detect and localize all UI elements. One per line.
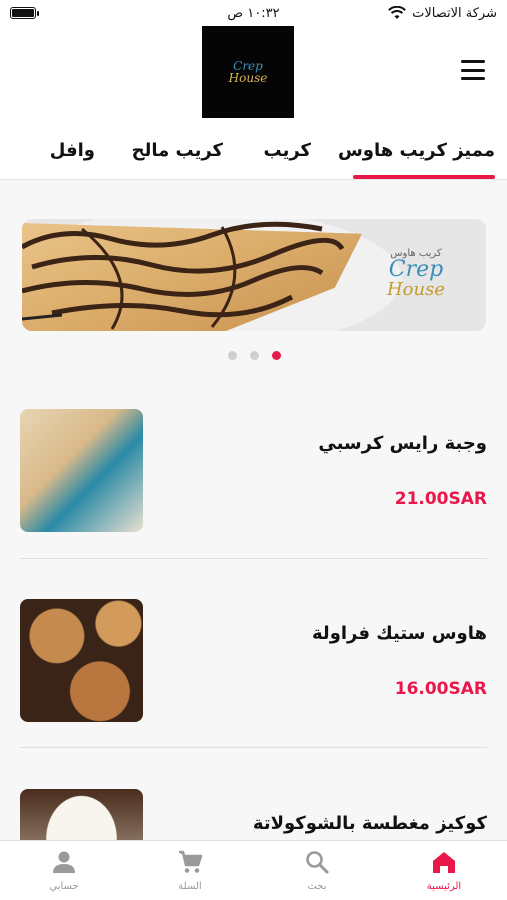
brand-logo: Crep House	[202, 26, 294, 118]
battery-icon	[10, 7, 39, 19]
nav-cart[interactable]: السلة	[155, 849, 225, 892]
banner-logo-house: House	[386, 278, 446, 300]
product-image	[20, 599, 143, 722]
tab-savory-crepe[interactable]: كريب مالح	[132, 140, 223, 161]
product-price: 21.00SAR	[394, 489, 487, 509]
carrier-name: شركة الاتصالات	[412, 5, 497, 21]
app-header: Crep House	[0, 26, 507, 130]
home-icon	[431, 849, 457, 875]
hamburger-icon[interactable]	[461, 60, 485, 80]
product-image	[20, 409, 143, 532]
promo-banner[interactable]: كريب هاوس Crep House	[22, 219, 486, 331]
status-time: ١٠:٣٢ ص	[227, 5, 280, 21]
wifi-icon	[388, 6, 407, 19]
banner-logo-crep: Crep	[388, 256, 444, 282]
product-price: 16.00SAR	[394, 679, 487, 699]
carousel-dot-1-active[interactable]	[272, 351, 281, 360]
nav-search[interactable]: بحث	[282, 849, 352, 892]
banner-logo: كريب هاوس Crep House	[366, 243, 466, 303]
tab-featured[interactable]: مميز كريب هاوس	[338, 140, 495, 161]
product-name: كوكيز مغطسة بالشوكولاتة	[252, 813, 487, 834]
carousel-dot-2[interactable]	[250, 351, 259, 360]
list-divider	[20, 558, 487, 559]
carousel-dot-3[interactable]	[228, 351, 237, 360]
tab-crepe[interactable]: كريب	[264, 140, 311, 161]
cart-icon	[177, 849, 203, 875]
person-icon	[51, 849, 77, 875]
product-item[interactable]: وجبة رايس كرسبي 21.00SAR	[20, 409, 487, 533]
nav-search-label: بحث	[307, 881, 327, 892]
search-icon	[304, 849, 330, 875]
category-tabs: مميز كريب هاوس كريب كريب مالح وافل	[0, 130, 507, 180]
carrier-info: شركة الاتصالات	[388, 6, 497, 21]
nav-cart-label: السلة	[178, 881, 202, 892]
status-bar: شركة الاتصالات ١٠:٣٢ ص	[0, 0, 507, 26]
product-item[interactable]: هاوس ستيك فراولة 16.00SAR	[20, 599, 487, 723]
carousel-dots	[228, 351, 281, 360]
product-name: وجبة رايس كرسبي	[318, 433, 487, 454]
nav-account-label: حسابي	[49, 881, 79, 892]
list-divider	[20, 747, 487, 748]
nav-home[interactable]: الرئيسية	[409, 849, 479, 892]
active-tab-indicator	[353, 175, 495, 179]
logo-line-2: House	[228, 71, 268, 85]
nav-account[interactable]: حسابي	[29, 849, 99, 892]
nav-home-label: الرئيسية	[426, 881, 462, 892]
chocolate-drizzle-image	[22, 221, 345, 330]
tab-waffle[interactable]: وافل	[50, 140, 95, 161]
bottom-nav: الرئيسية بحث السلة حسابي	[0, 840, 507, 900]
product-name: هاوس ستيك فراولة	[312, 623, 487, 644]
